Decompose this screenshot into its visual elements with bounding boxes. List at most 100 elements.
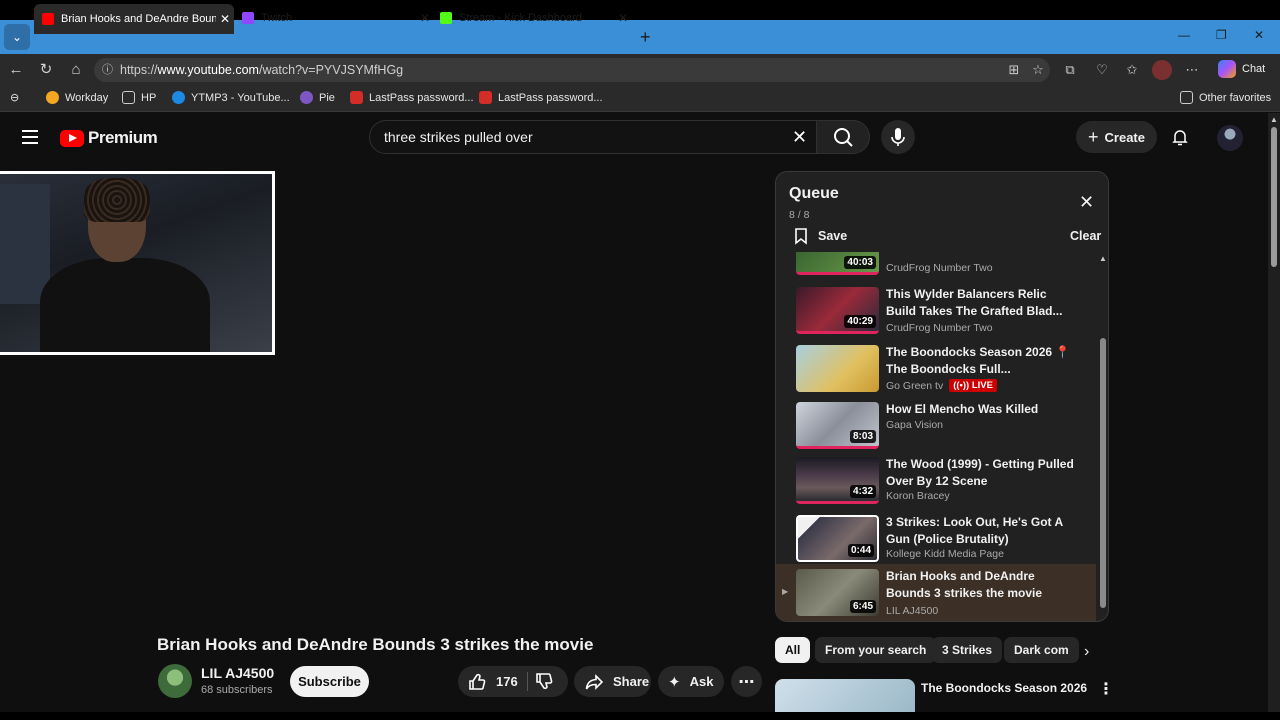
minimize-icon[interactable]: — xyxy=(1178,28,1190,42)
recommendation-item[interactable]: The Boondocks Season 2026 xyxy=(775,679,1120,713)
lastpass-icon xyxy=(350,91,363,104)
site-info-icon[interactable]: ⓘ xyxy=(102,58,113,82)
queue-item[interactable]: 8:03 How El Mencho Was Killed Gapa Visio… xyxy=(776,398,1096,456)
queue-item-title: Brian Hooks and DeAndre Bounds 3 strikes… xyxy=(886,569,1043,600)
voice-search-button[interactable] xyxy=(881,120,915,154)
profile-avatar-icon[interactable] xyxy=(1152,60,1172,80)
more-vertical-icon[interactable]: ⋮ xyxy=(1098,679,1114,699)
scroll-up-arrow-icon[interactable]: ▲ xyxy=(1270,115,1278,124)
notifications-bell-icon[interactable] xyxy=(1170,127,1190,147)
queue-item-channel: Gapa Vision xyxy=(886,419,944,431)
search-button[interactable] xyxy=(816,120,870,154)
queue-item[interactable]: 40:03 CrudFrog Number Two xyxy=(776,252,1096,282)
home-icon[interactable]: ⌂ xyxy=(66,60,86,80)
dislike-button[interactable] xyxy=(534,671,554,694)
favorite-workday[interactable]: Workday xyxy=(46,91,108,104)
favorites-overflow-icon[interactable]: ⊖ xyxy=(10,91,19,104)
tab-twitch[interactable]: Twitch ✕ xyxy=(234,4,434,32)
search-icon xyxy=(834,128,853,147)
share-button[interactable]: Share xyxy=(574,666,651,697)
queue-item[interactable]: 40:29 This Wylder Balancers Relic Build … xyxy=(776,283,1096,341)
recommendation-thumbnail xyxy=(775,679,915,713)
copilot-chat-button[interactable]: Chat xyxy=(1218,60,1265,78)
url-domain: www.youtube.com xyxy=(157,63,259,77)
favorite-star-icon[interactable]: ☆ xyxy=(1028,60,1048,80)
address-toolbar: ← ↻ ⌂ ⓘ https://www.youtube.com/watch?v=… xyxy=(0,54,1280,86)
favorite-hp-folder[interactable]: HP xyxy=(122,91,156,104)
queue-item[interactable]: 0:44 3 Strikes: Look Out, He's Got A Gun… xyxy=(776,511,1096,569)
queue-item-channel: CrudFrog Number Two xyxy=(886,322,993,334)
ask-button[interactable]: ✦ Ask xyxy=(658,666,724,697)
favorites-icon[interactable]: ✩ xyxy=(1122,60,1142,80)
scroll-up-arrow-icon[interactable]: ▲ xyxy=(1099,254,1107,263)
back-icon[interactable]: ← xyxy=(6,60,26,80)
menu-icon[interactable] xyxy=(22,130,38,148)
close-window-icon[interactable]: ✕ xyxy=(1254,28,1264,42)
queue-item-meta: Go Green tv ((•)) LIVE xyxy=(886,379,997,392)
queue-panel: Queue 8 / 8 ✕ Save Clear 40:03 CrudFrog … xyxy=(775,171,1109,622)
close-queue-icon[interactable]: ✕ xyxy=(1079,192,1094,213)
channel-avatar[interactable] xyxy=(158,664,192,698)
new-tab-icon[interactable]: + xyxy=(640,27,651,48)
os-bottom-strip xyxy=(0,712,1280,720)
tab-kick[interactable]: Stream - Kick Dashboard ✕ xyxy=(432,4,632,32)
channel-name[interactable]: LIL AJ4500 xyxy=(201,665,274,681)
now-playing-icon: ▶ xyxy=(782,587,789,596)
chip-dark-comedy[interactable]: Dark com xyxy=(1004,637,1079,663)
subscribe-button[interactable]: Subscribe xyxy=(290,666,369,697)
live-broadcast-icon: ((•)) xyxy=(953,380,970,391)
queue-scrollbar[interactable]: ▲ xyxy=(1098,252,1108,621)
chevron-right-icon[interactable]: › xyxy=(1084,643,1089,661)
refresh-icon[interactable]: ↻ xyxy=(36,60,56,80)
share-label: Share xyxy=(613,674,650,689)
like-divider xyxy=(527,672,528,691)
browser-essentials-icon[interactable]: ♡ xyxy=(1092,60,1112,80)
chip-3-strikes[interactable]: 3 Strikes xyxy=(932,637,1003,663)
favorite-pie[interactable]: Pie xyxy=(300,91,335,104)
account-avatar[interactable] xyxy=(1217,125,1243,151)
url-field[interactable]: ⓘ https://www.youtube.com/watch?v=PYVJSY… xyxy=(94,58,1050,82)
queue-item[interactable]: The Boondocks Season 2026 📍 The Boondock… xyxy=(776,341,1096,399)
queue-scroll-thumb[interactable] xyxy=(1100,338,1106,608)
queue-item-now-playing[interactable]: ▶ 6:45 Brian Hooks and DeAndre Bounds 3 … xyxy=(776,564,1096,621)
clear-search-icon[interactable]: ✕ xyxy=(792,127,807,148)
create-button[interactable]: + Create xyxy=(1076,121,1157,153)
maximize-icon[interactable]: ❐ xyxy=(1216,28,1227,42)
chip-all[interactable]: All xyxy=(775,637,811,663)
page-scroll-thumb[interactable] xyxy=(1271,127,1277,267)
youtube-logo[interactable]: Premium xyxy=(60,128,158,148)
favorite-lastpass-1[interactable]: LastPass password... xyxy=(350,91,474,104)
other-favorites-folder[interactable]: Other favorites xyxy=(1180,91,1271,104)
like-button[interactable]: 176 xyxy=(458,666,527,697)
more-horizontal-icon: ⋯ xyxy=(738,673,755,691)
more-actions-button[interactable]: ⋯ xyxy=(731,666,762,697)
extensions-icon[interactable]: ⧉ xyxy=(1060,60,1080,80)
favorite-ytmp3[interactable]: YTMP3 - YouTube... xyxy=(172,91,290,104)
duration-badge: 40:03 xyxy=(844,256,876,269)
close-tab-icon[interactable]: ✕ xyxy=(614,11,632,25)
filter-chips: All From your search 3 Strikes Dark com xyxy=(775,637,1105,665)
video-thumbnail: 6:45 xyxy=(796,569,879,616)
close-tab-icon[interactable]: ✕ xyxy=(216,12,234,26)
tab-actions-button[interactable]: ⌄ xyxy=(4,24,30,50)
like-count: 176 xyxy=(496,674,518,689)
queue-item-title: This Wylder Balancers Relic Build Takes … xyxy=(886,287,1063,318)
clear-queue-button[interactable]: Clear xyxy=(1070,229,1101,243)
tab-title: Twitch xyxy=(261,12,293,24)
video-title: Brian Hooks and DeAndre Bounds 3 strikes… xyxy=(157,635,594,654)
chip-from-your-search[interactable]: From your search xyxy=(815,637,937,663)
favorite-lastpass-2[interactable]: LastPass password... xyxy=(479,91,603,104)
save-queue-button[interactable]: Save xyxy=(792,227,847,245)
app-available-icon[interactable]: ⊞ xyxy=(1004,60,1024,80)
video-thumbnail xyxy=(796,345,879,392)
more-options-icon[interactable]: ⋯ xyxy=(1182,60,1202,80)
ask-label: Ask xyxy=(689,674,714,689)
queue-item-title: The Boondocks Season 2026 📍 The Boondock… xyxy=(886,345,1071,376)
video-player[interactable] xyxy=(0,171,275,355)
youtube-play-icon xyxy=(60,129,84,147)
search-input[interactable]: three strikes pulled over xyxy=(369,120,817,154)
favorite-label: HP xyxy=(141,91,157,104)
page-scrollbar[interactable]: ▲ xyxy=(1268,113,1280,713)
tab-youtube[interactable]: Brian Hooks and DeAndre Bounds 3 strikes… xyxy=(34,4,234,34)
queue-item[interactable]: 4:32 The Wood (1999) - Getting Pulled Ov… xyxy=(776,453,1096,511)
